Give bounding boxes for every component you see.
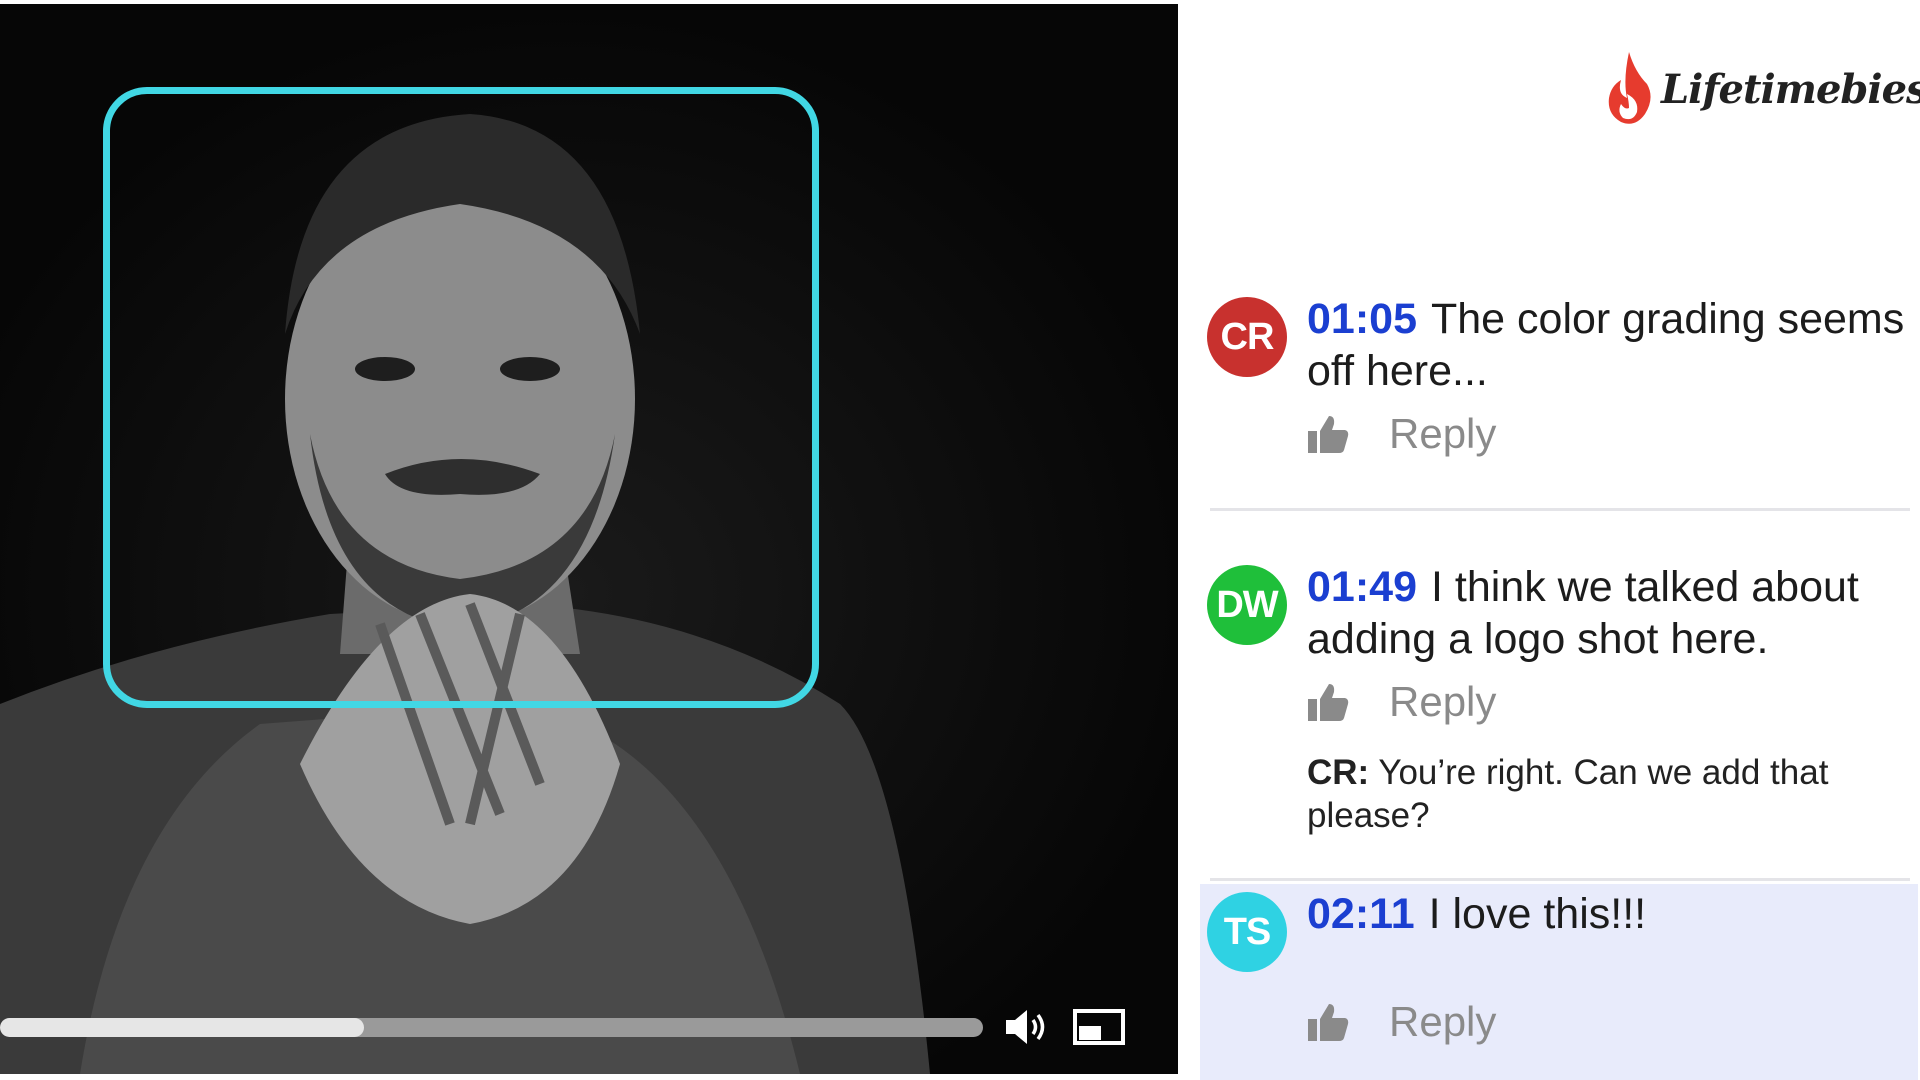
reply-link[interactable]: Reply [1389,998,1496,1046]
comment-divider [1210,878,1910,881]
picture-in-picture-icon[interactable] [1073,1004,1127,1050]
avatar: TS [1207,892,1287,972]
comment-timestamp[interactable]: 02:11 [1307,890,1415,938]
comment-text: I love this!!! [1428,890,1647,938]
annotation-box[interactable] [103,87,819,708]
progress-bar-fill [0,1018,364,1037]
comment-divider [1210,508,1910,511]
brand-name: Lifetimebies [1661,65,1920,113]
video-player[interactable] [0,4,1178,1074]
thumbs-up-icon[interactable] [1307,680,1351,724]
reply-item: CR: You’re right. Can we add that please… [1307,751,1897,837]
thumbs-up-icon[interactable] [1307,412,1351,456]
flame-logo-icon [1608,52,1651,124]
reply-link[interactable]: Reply [1389,678,1496,726]
reply-link[interactable]: Reply [1389,410,1496,458]
comment-body: 01:49 I think we talked about adding a lo… [1307,561,1907,665]
comment-actions: Reply [1307,678,1496,726]
avatar: CR [1207,297,1287,377]
progress-bar[interactable] [0,1018,983,1037]
comment-body: 01:05 The color grading seems off here... [1307,293,1907,397]
comment-actions: Reply [1307,998,1496,1046]
volume-icon[interactable] [1004,1004,1052,1050]
reply-author: CR: [1307,753,1370,792]
avatar: DW [1207,565,1287,645]
reply-text: You’re right. Can we add that please? [1307,753,1829,835]
comment-timestamp[interactable]: 01:49 [1307,563,1417,611]
thumbs-up-icon[interactable] [1307,1000,1351,1044]
brand-logo: Lifetimebies [1605,44,1920,134]
comment-timestamp[interactable]: 01:05 [1307,295,1417,343]
comment-body: 02:11 I love this!!! [1307,888,1907,940]
comment-actions: Reply [1307,410,1496,458]
